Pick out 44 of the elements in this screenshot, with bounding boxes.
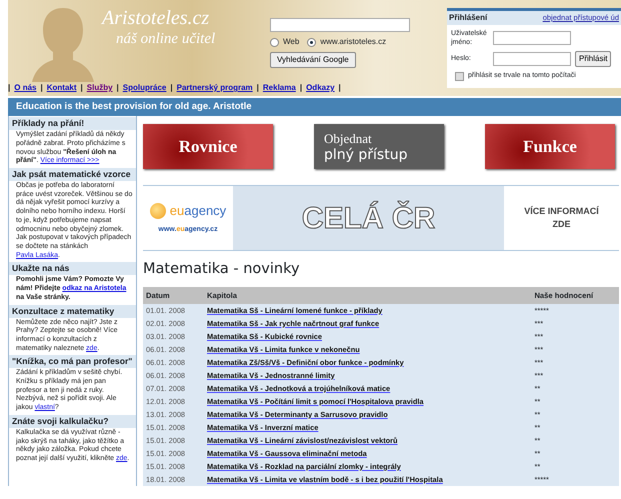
section-title: Matematika - novinky: [143, 260, 301, 280]
ad-more-text: VÍCE INFORMACÍ: [523, 204, 600, 218]
sidebar-heading: "Knížka, co má pan profesor": [9, 355, 136, 368]
radio-label: www.aristoteles.cz: [320, 36, 386, 48]
banner-button[interactable]: Rovnice: [143, 124, 273, 170]
globe-icon: [150, 203, 166, 219]
nav-link[interactable]: Reklama: [262, 82, 296, 94]
nav-link[interactable]: Spolupráce: [122, 82, 166, 94]
nav-separator: |: [116, 82, 119, 94]
radio-button[interactable]: [270, 38, 279, 46]
banner-button[interactable]: Funkce: [485, 124, 615, 170]
sidebar-heading: Znáte svoji kalkulačku?: [9, 414, 136, 428]
username-field[interactable]: [493, 31, 571, 45]
sidebar-heading: Jak psát matematické vzorce: [9, 168, 136, 182]
nav-link[interactable]: Kontakt: [46, 82, 77, 94]
nav-separator: |: [338, 82, 341, 94]
ad-brand: euagency: [170, 202, 226, 220]
nav-separator: |: [80, 82, 83, 94]
sidebar-heading: Ukažte na nás: [9, 262, 136, 276]
search-button[interactable]: Vyhledávání Google: [270, 52, 356, 68]
search-field[interactable]: [270, 18, 410, 32]
nav-separator: |: [8, 82, 10, 94]
nav-separator: |: [170, 82, 173, 94]
nav-separator: |: [256, 82, 259, 94]
nav-separator: |: [40, 82, 43, 94]
radio-button[interactable]: [307, 38, 316, 46]
banner-button[interactable]: Objednat plný přístup: [314, 124, 444, 170]
ad-more-text: ZDE: [552, 218, 572, 232]
ad-headline: CELÁ ČR: [302, 200, 436, 237]
logo-subtitle: náš online učitel: [116, 30, 216, 49]
radio-label: Web: [283, 36, 300, 48]
checkbox[interactable]: [455, 72, 464, 81]
nav-link[interactable]: O nás: [14, 82, 36, 94]
nav-link[interactable]: Odkazy: [306, 82, 335, 94]
sidebar-heading: Příklady na přání!: [9, 117, 136, 130]
quote-bar: Education is the best provision for old age. Aristotle: [8, 98, 621, 116]
password-field[interactable]: [493, 52, 571, 66]
nav-separator: |: [300, 82, 302, 94]
nav-link[interactable]: Partnerský program: [176, 82, 253, 94]
login-button[interactable]: Přihlásit: [575, 51, 612, 67]
login-title: Přihlášení: [449, 12, 488, 24]
sidebar-heading: Konzultace z matematiky: [9, 304, 136, 318]
nav-link[interactable]: Služby: [86, 82, 113, 94]
logo-title: Aristoteles.cz: [102, 8, 210, 28]
